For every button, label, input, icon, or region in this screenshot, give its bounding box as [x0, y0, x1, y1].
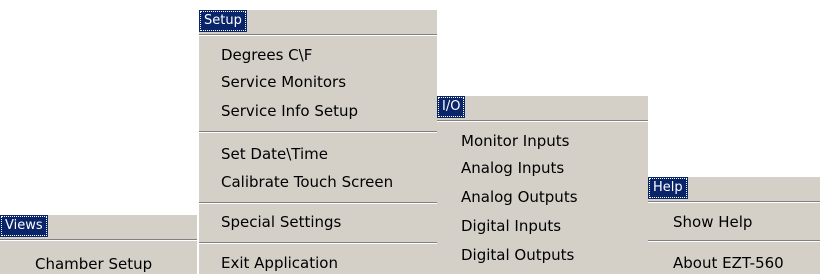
menu-item-set-date-time[interactable]: Set Date\Time — [221, 145, 437, 163]
menu-item-service-info-setup[interactable]: Service Info Setup — [221, 102, 437, 120]
menu-item-exit-application[interactable]: Exit Application — [221, 254, 437, 272]
setup-menu: Setup Degrees C\F Service Monitors Servi… — [199, 10, 437, 274]
menu-item-chamber-setup[interactable]: Chamber Setup — [35, 255, 197, 273]
io-menu-header: I/O — [437, 96, 648, 121]
setup-separator-2 — [199, 202, 437, 204]
setup-separator-3 — [199, 242, 437, 244]
menu-item-analog-outputs[interactable]: Analog Outputs — [461, 188, 648, 206]
setup-separator-1 — [199, 131, 437, 133]
menu-item-digital-inputs[interactable]: Digital Inputs — [461, 217, 648, 235]
setup-menu-title[interactable]: Setup — [199, 10, 247, 32]
menu-item-show-help[interactable]: Show Help — [673, 213, 820, 231]
help-separator — [648, 240, 820, 242]
menu-item-analog-inputs[interactable]: Analog Inputs — [461, 159, 648, 177]
views-menu-title[interactable]: Views — [0, 215, 48, 237]
menu-item-degrees[interactable]: Degrees C\F — [221, 46, 437, 64]
help-menu: Help Show Help About EZT-560 — [648, 177, 820, 274]
menu-item-calibrate-touch-screen[interactable]: Calibrate Touch Screen — [221, 173, 437, 191]
views-menu-header: Views — [0, 215, 197, 240]
setup-menu-header: Setup — [199, 10, 437, 35]
menu-item-monitor-inputs[interactable]: Monitor Inputs — [461, 132, 648, 150]
help-menu-header: Help — [648, 177, 820, 202]
menu-item-about[interactable]: About EZT-560 — [673, 254, 820, 272]
help-menu-title[interactable]: Help — [648, 177, 688, 199]
io-menu-title[interactable]: I/O — [437, 96, 466, 118]
menu-item-service-monitors[interactable]: Service Monitors — [221, 73, 437, 91]
io-menu: I/O Monitor Inputs Analog Inputs Analog … — [437, 96, 648, 274]
views-menu: Views Chamber Setup — [0, 215, 197, 274]
menu-item-special-settings[interactable]: Special Settings — [221, 213, 437, 231]
menu-item-digital-outputs[interactable]: Digital Outputs — [461, 246, 648, 264]
